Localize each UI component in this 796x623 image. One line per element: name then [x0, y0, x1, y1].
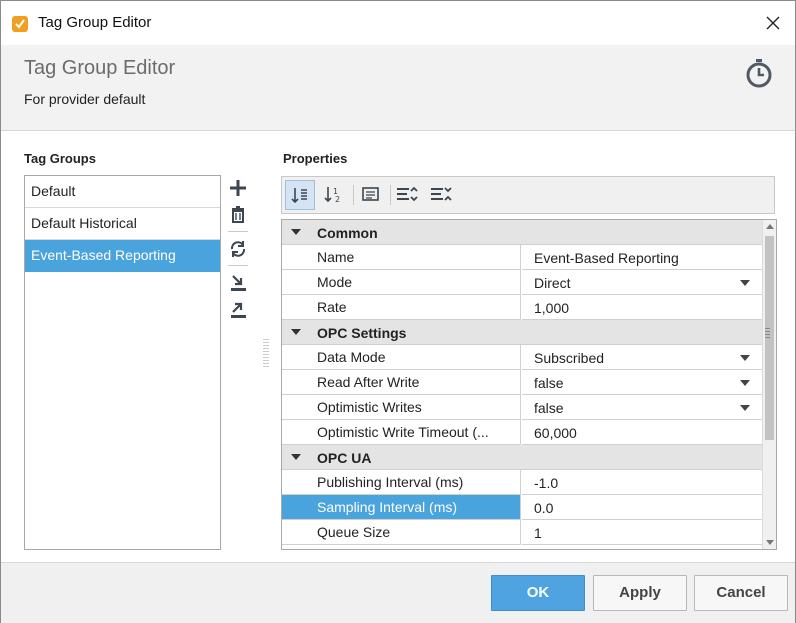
properties-label: Properties [283, 151, 348, 166]
toolbar-separator [353, 185, 354, 205]
property-value[interactable]: Event-Based Reporting [522, 245, 762, 270]
collapse-all-icon[interactable] [426, 180, 456, 210]
property-name: Publishing Interval (ms) [282, 470, 521, 495]
sort-categorized-icon[interactable] [285, 180, 315, 210]
property-value[interactable]: 0.0 [522, 495, 762, 520]
property-row-optimistic-write-timeout[interactable]: Optimistic Write Timeout (... 60,000 [282, 420, 762, 445]
read-after-write-value: false [534, 375, 564, 391]
property-name: Optimistic Write Timeout (... [282, 420, 521, 445]
category-label: OPC Settings [317, 325, 407, 341]
sort-alphabetical-icon[interactable]: 12 [319, 180, 349, 210]
dropdown-arrow-icon[interactable] [740, 380, 750, 386]
property-row-optimistic-writes[interactable]: Optimistic Writes false [282, 395, 762, 420]
tag-groups-list[interactable]: Default Default Historical Event-Based R… [24, 175, 221, 550]
property-value[interactable]: -1.0 [522, 470, 762, 495]
dropdown-arrow-icon[interactable] [740, 280, 750, 286]
property-name: Data Mode [282, 345, 521, 370]
property-row-name[interactable]: Name Event-Based Reporting [282, 245, 762, 270]
property-row-mode[interactable]: Mode Direct [282, 270, 762, 295]
import-icon[interactable] [227, 272, 249, 294]
chevron-down-icon[interactable] [291, 229, 301, 235]
window-title: Tag Group Editor [38, 14, 152, 31]
property-name: Rate [282, 295, 521, 320]
header-title: Tag Group Editor [24, 57, 176, 79]
apply-button[interactable]: Apply [593, 575, 687, 611]
tag-group-item[interactable]: Default Historical [25, 208, 220, 240]
tag-group-item[interactable]: Default [25, 176, 220, 208]
category-opc-ua[interactable]: OPC UA [282, 445, 762, 470]
svg-text:2: 2 [335, 195, 340, 204]
scrollbar-grip [765, 328, 770, 340]
stopwatch-icon [744, 58, 774, 88]
property-value[interactable]: Direct [522, 270, 762, 295]
dropdown-arrow-icon[interactable] [740, 405, 750, 411]
chevron-down-icon[interactable] [291, 454, 301, 460]
property-row-publishing-interval[interactable]: Publishing Interval (ms) -1.0 [282, 470, 762, 495]
property-name: Queue Size [282, 520, 521, 545]
property-value[interactable]: Subscribed [522, 345, 762, 370]
property-value[interactable]: 60,000 [522, 420, 762, 445]
close-icon[interactable] [761, 11, 785, 35]
description-icon[interactable] [356, 180, 386, 210]
property-value[interactable]: 1,000 [522, 295, 762, 320]
expand-all-icon[interactable] [392, 180, 422, 210]
property-grid[interactable]: Common Name Event-Based Reporting Mode D… [281, 219, 777, 550]
property-row-queue-size[interactable]: Queue Size 1 [282, 520, 762, 545]
property-name: Read After Write [282, 370, 521, 395]
cancel-button[interactable]: Cancel [694, 575, 788, 611]
properties-toolbar: 12 [281, 176, 775, 214]
delete-icon[interactable] [227, 204, 249, 226]
chevron-down-icon[interactable] [291, 329, 301, 335]
app-icon [12, 16, 28, 32]
property-row-data-mode[interactable]: Data Mode Subscribed [282, 345, 762, 370]
category-opc-settings[interactable]: OPC Settings [282, 320, 762, 345]
tag-group-item-selected[interactable]: Event-Based Reporting [25, 240, 220, 272]
optimistic-writes-value: false [534, 400, 564, 416]
scroll-down-icon[interactable] [766, 540, 774, 545]
add-icon[interactable] [227, 177, 249, 199]
property-name: Mode [282, 270, 521, 295]
property-value[interactable]: false [522, 370, 762, 395]
dropdown-arrow-icon[interactable] [740, 355, 750, 361]
property-row-read-after-write[interactable]: Read After Write false [282, 370, 762, 395]
data-mode-value: Subscribed [534, 350, 605, 366]
property-grid-scrollbar[interactable] [762, 220, 776, 549]
refresh-icon[interactable] [227, 238, 249, 260]
splitter-handle[interactable] [263, 339, 269, 369]
mode-value: Direct [534, 275, 571, 291]
property-row-sampling-interval[interactable]: Sampling Interval (ms) 0.0 [282, 495, 762, 520]
toolbar-separator [390, 185, 391, 205]
ok-button[interactable]: OK [491, 575, 585, 611]
property-name: Optimistic Writes [282, 395, 521, 420]
tag-groups-label: Tag Groups [24, 151, 96, 166]
property-value[interactable]: 1 [522, 520, 762, 545]
scroll-up-icon[interactable] [766, 224, 774, 229]
category-common[interactable]: Common [282, 220, 762, 245]
property-row-rate[interactable]: Rate 1,000 [282, 295, 762, 320]
dialog-footer: OK Apply Cancel [1, 562, 795, 623]
property-name-selected: Sampling Interval (ms) [282, 495, 521, 520]
property-value[interactable]: false [522, 395, 762, 420]
dialog-header: Tag Group Editor For provider default [1, 45, 795, 131]
header-subtitle: For provider default [24, 91, 146, 107]
category-label: OPC UA [317, 450, 372, 466]
property-name: Name [282, 245, 521, 270]
category-label: Common [317, 225, 378, 241]
export-icon[interactable] [227, 299, 249, 321]
tag-group-editor-window: Tag Group Editor Tag Group Editor For pr… [0, 0, 796, 623]
tools-separator [228, 265, 248, 266]
tools-separator [228, 231, 248, 232]
title-bar[interactable]: Tag Group Editor [1, 1, 795, 45]
